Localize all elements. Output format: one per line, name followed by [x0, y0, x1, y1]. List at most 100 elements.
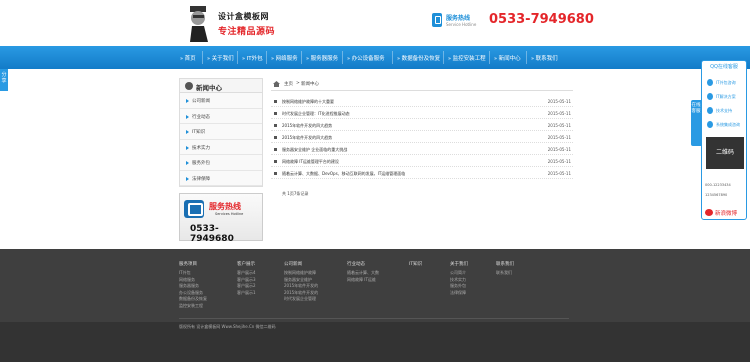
sidebar-item-outsourcing[interactable]: 服务外包: [180, 155, 262, 171]
footer-link[interactable]: 服务外包: [450, 283, 468, 290]
news-date: 2015-05-11: [547, 159, 571, 164]
news-date: 2015-05-11: [547, 135, 571, 140]
footer-column-title[interactable]: 客户展示: [237, 261, 256, 267]
nav-item-contact[interactable]: 联系我们: [531, 54, 558, 62]
sidebar-item-label: 技术实力: [192, 145, 210, 151]
qq-contact-item[interactable]: 系统集成咨询: [705, 119, 745, 130]
nav-item-home[interactable]: 首页: [180, 54, 196, 62]
news-title[interactable]: 随着云计算、大数据、DevOps、移动互联网的发展，IT运维管理面临: [282, 171, 405, 177]
header: 设计盒模板网 专注精品源码 服务热线 Service Hotline 0533-…: [0, 0, 750, 46]
nav-separator: [237, 51, 238, 64]
nav-item-backup[interactable]: 数据备份及恢复: [397, 54, 441, 62]
footer-column: 服务项目 IT外包 网络服务 服务器服务 办公设备服务 数据备份及恢复 监控安装…: [179, 261, 207, 309]
nav-separator: [342, 51, 343, 64]
list-item[interactable]: 随着云计算、大数据、DevOps、移动互联网的发展，IT运维管理面临 2015-…: [271, 169, 573, 179]
breadcrumb-current[interactable]: 新闻中心: [301, 81, 319, 87]
footer-column-title[interactable]: 关于我们: [450, 261, 468, 267]
nav-item-office[interactable]: 办公设备服务: [347, 54, 385, 62]
news-title[interactable]: 网络故障 IT运维管理平台的建设: [282, 159, 339, 165]
footer-bottom: [0, 322, 750, 362]
sidebar-item-legal[interactable]: 法律保障: [180, 170, 262, 186]
qr-code: 二维码: [706, 137, 744, 169]
telephone-icon: [184, 200, 204, 218]
logo-slogan: 专注精品源码: [218, 27, 276, 37]
sidebar-item-it-knowledge[interactable]: IT知识: [180, 124, 262, 140]
weibo-label: 新浪微博: [715, 211, 738, 217]
news-title[interactable]: 按制网络维护故障的十大重要: [282, 99, 334, 105]
footer-copyright: 版权所有 设计盒模板网 Www.Shejihe.Cn 微信二维码: [179, 324, 276, 329]
sidebar-item-company-news[interactable]: 公司新闻: [180, 93, 262, 109]
news-icon: [185, 82, 193, 90]
hotline-sublabel: Service Hotline: [446, 22, 477, 27]
nav-separator: [489, 51, 490, 64]
footer-link[interactable]: 随着云计算、大数: [347, 270, 379, 277]
nav-separator: [202, 51, 203, 64]
qq-item-label: IT解决方案: [716, 94, 736, 99]
news-title[interactable]: 2015年软件开发的四大趋势: [282, 123, 332, 129]
sidebar-item-label: IT知识: [192, 130, 206, 135]
nav-item-about[interactable]: 关于我们: [207, 54, 234, 62]
footer-column-title[interactable]: 服务项目: [179, 261, 207, 267]
breadcrumb-home[interactable]: 主页: [284, 81, 293, 87]
sidebar-item-label: 公司新闻: [192, 99, 210, 104]
footer-column: IT知识: [409, 261, 422, 270]
footer-link[interactable]: 按制网络维护故障: [284, 270, 318, 277]
footer-column-title[interactable]: 公司新闻: [284, 261, 318, 267]
nav-separator: [526, 51, 527, 64]
news-date: 2015-05-11: [547, 123, 571, 128]
nav-item-server[interactable]: 服务器服务: [306, 54, 339, 62]
qq-panel-title: QQ在线客服: [710, 64, 738, 70]
footer-column-title[interactable]: IT知识: [409, 261, 422, 267]
list-item[interactable]: 2015年软件开发的四大趋势 2015-05-11: [271, 133, 573, 143]
footer-column: 公司新闻 按制网络维护故障 服务器安全维护 2015年软件开发的 2015年软件…: [284, 261, 318, 303]
footer-link[interactable]: 时代发展企业管理: [284, 296, 318, 303]
nav-item-it-outsourcing[interactable]: IT外包: [242, 54, 263, 62]
footer-link[interactable]: 公司简介: [450, 270, 468, 277]
breadcrumb-separator: >: [296, 81, 300, 86]
list-item[interactable]: 服务器安全维护 企业面临的重大挑战 2015-05-11: [271, 145, 573, 155]
qq-item-label: 技术支持: [716, 108, 732, 113]
sidebar-item-tech[interactable]: 技术实力: [180, 139, 262, 155]
footer-column-title[interactable]: 行业动态: [347, 261, 379, 267]
news-date: 2015-05-11: [547, 111, 571, 116]
news-date: 2015-05-11: [547, 171, 571, 176]
news-title[interactable]: 时代发展企业管理：IT化进程推展动态: [282, 111, 350, 117]
news-title[interactable]: 服务器安全维护 企业面临的重大挑战: [282, 147, 347, 153]
nav-separator: [266, 51, 267, 64]
footer-column-title[interactable]: 联系我们: [496, 261, 514, 267]
sidebar-item-industry[interactable]: 行业动态: [180, 108, 262, 124]
footer-link[interactable]: 网络故障 IT运维: [347, 277, 379, 284]
list-item[interactable]: 网络故障 IT运维管理平台的建设 2015-05-11: [271, 157, 573, 167]
news-date: 2015-05-11: [547, 147, 571, 152]
footer-link[interactable]: 客户展示1: [237, 290, 256, 297]
main-nav: 首页 关于我们 IT外包 网络服务 服务器服务 办公设备服务 数据备份及恢复 监…: [0, 46, 750, 69]
qq-service-panel: QQ在线客服 IT外包咨询 IT解决方案 技术支持 系统集成咨询 二维码 000…: [701, 60, 747, 220]
footer-column: 客户展示 客户展示4 客户展示3 客户展示2 客户展示1: [237, 261, 256, 296]
footer-link[interactable]: 联系我们: [496, 270, 514, 277]
sidebar-item-label: 行业动态: [192, 114, 210, 120]
nav-item-monitoring[interactable]: 监控安装工程: [448, 54, 486, 62]
qq-contact-item[interactable]: IT外包咨询: [705, 77, 745, 88]
nav-item-news[interactable]: 新闻中心: [494, 54, 521, 62]
qq-contact-item[interactable]: 技术支持: [705, 105, 745, 116]
list-item[interactable]: 2015年软件开发的四大趋势 2015-05-11: [271, 121, 573, 131]
news-date: 2015-05-11: [547, 99, 571, 104]
sidebar-hotline-number: 0533-7949680: [190, 224, 234, 244]
footer-link[interactable]: 监控安装工程: [179, 303, 207, 310]
footer-link[interactable]: 2015年软件开发的: [284, 283, 318, 290]
contact-phone: 000-12233434: [705, 183, 731, 187]
list-item[interactable]: 按制网络维护故障的十大重要 2015-05-11: [271, 97, 573, 107]
weibo-icon: [705, 209, 713, 216]
footer-column: 行业动态 随着云计算、大数 网络故障 IT运维: [347, 261, 379, 283]
footer-link[interactable]: 数据备份及恢复: [179, 296, 207, 303]
footer-link[interactable]: 客户展示4: [237, 270, 256, 277]
online-service-tab[interactable]: 在线客服: [691, 100, 701, 146]
qq-contact-item[interactable]: IT解决方案: [705, 91, 745, 102]
nav-item-network[interactable]: 网络服务: [271, 54, 298, 62]
news-title[interactable]: 2015年软件开发的四大趋势: [282, 135, 332, 141]
list-item[interactable]: 时代发展企业管理：IT化进程推展动态 2015-05-11: [271, 109, 573, 119]
sidebar-item-label: 服务外包: [192, 161, 210, 166]
footer-link[interactable]: 法律保障: [450, 290, 468, 297]
footer-link[interactable]: 客户展示2: [237, 283, 256, 290]
share-tab[interactable]: 分享: [0, 69, 8, 91]
